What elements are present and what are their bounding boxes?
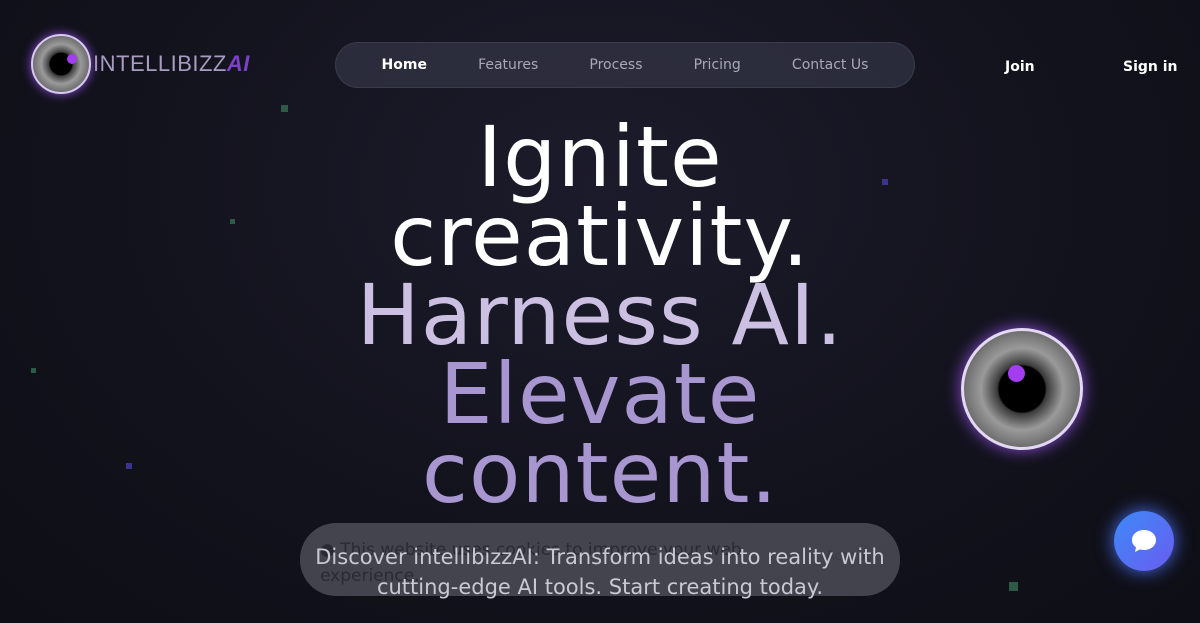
decor-square <box>1009 582 1018 591</box>
nav-pricing[interactable]: Pricing <box>694 57 741 73</box>
eye-logo-icon <box>31 34 91 94</box>
chat-bubble-icon <box>1132 530 1156 552</box>
nav-process[interactable]: Process <box>589 57 642 73</box>
decor-square <box>281 105 288 112</box>
logo[interactable]: INTELLIBIZZAI <box>31 34 250 94</box>
hero-subtitle: Discover intellibizzAI: Transform ideas … <box>315 545 885 599</box>
sign-in-link[interactable]: Sign in <box>1123 59 1178 75</box>
hero-headline: Ignite creativity. Harness AI. Elevate c… <box>0 108 1200 515</box>
nav-features[interactable]: Features <box>478 57 538 73</box>
nav-home[interactable]: Home <box>382 57 427 73</box>
brand-name: INTELLIBIZZAI <box>93 51 250 76</box>
eye-orb-icon <box>961 328 1083 450</box>
chat-button[interactable] <box>1114 511 1174 571</box>
join-link[interactable]: Join <box>1005 59 1035 75</box>
main-nav: Home Features Process Pricing Contact Us <box>335 42 915 88</box>
hero-line: Ignite <box>477 108 723 206</box>
hero-line: creativity. <box>390 187 810 285</box>
nav-contact-us[interactable]: Contact Us <box>792 57 868 73</box>
